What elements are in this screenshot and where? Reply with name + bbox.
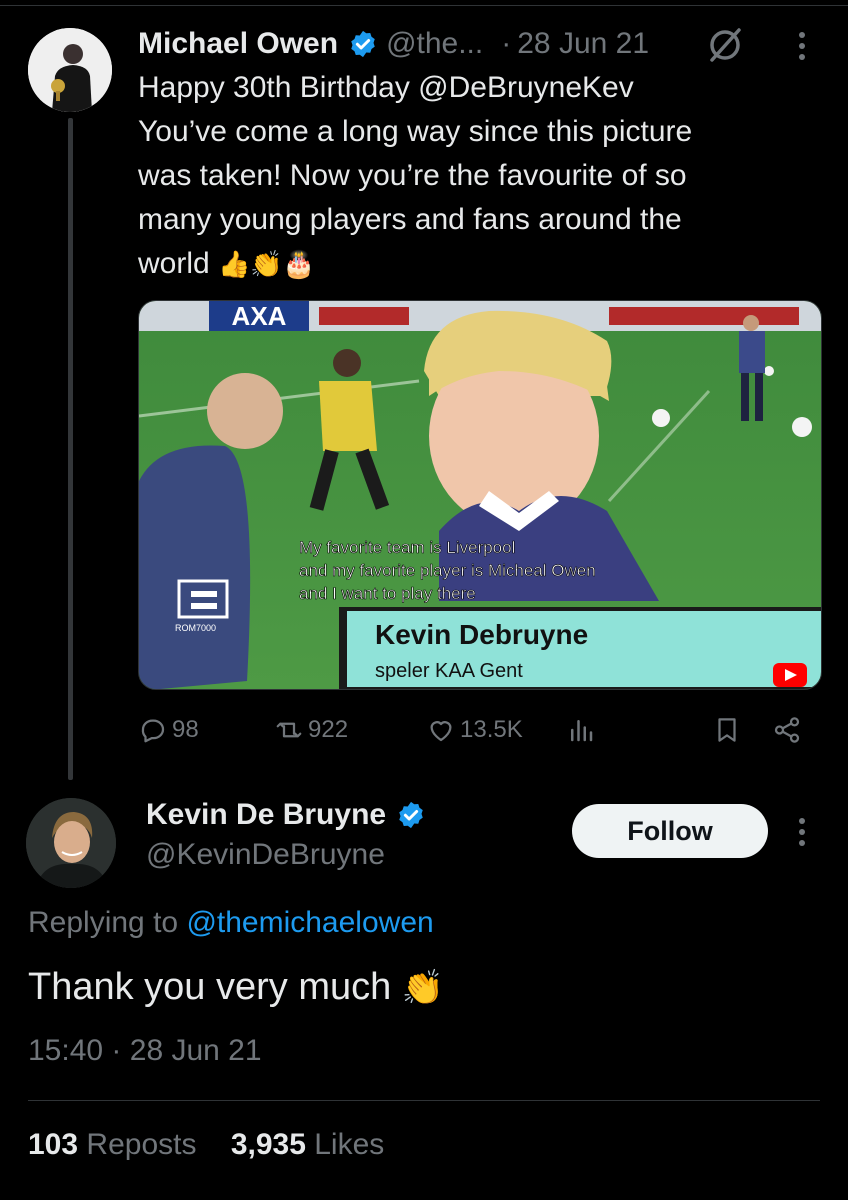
share-button[interactable] bbox=[772, 708, 806, 752]
tweet-text-last-line: world 👍👏🎂 bbox=[138, 242, 818, 287]
tweet-text: Happy 30th Birthday @DeBruyneKev You’ve … bbox=[138, 66, 818, 287]
follow-button[interactable]: Follow bbox=[572, 804, 768, 858]
reply-time: 15:40 bbox=[28, 1034, 104, 1067]
replying-to-mention[interactable]: @themichaelowen bbox=[186, 906, 433, 939]
bookmark-icon bbox=[718, 718, 736, 742]
replying-prefix: Replying to bbox=[28, 906, 179, 939]
share-icon bbox=[774, 717, 800, 743]
header-separator: · bbox=[501, 27, 512, 60]
like-icon bbox=[430, 721, 452, 742]
grok-icon[interactable] bbox=[706, 26, 744, 64]
reposts-label[interactable]: Reposts bbox=[86, 1128, 196, 1161]
tweet-text-line: Happy 30th Birthday @DeBruyneKev bbox=[138, 71, 634, 104]
reply-tweet-text: Thank you very much 👏 bbox=[28, 966, 444, 1009]
tweet-text-line: many young players and fans around the bbox=[138, 203, 682, 236]
likes-label[interactable]: Likes bbox=[314, 1128, 384, 1161]
lower-third-caption: speler KAA Gent bbox=[375, 660, 523, 682]
replying-to: Replying to @themichaelowen bbox=[28, 906, 434, 940]
reply-date: 28 Jun 21 bbox=[129, 1034, 262, 1067]
reply-text: Thank you very much bbox=[28, 966, 392, 1008]
timestamp-separator: · bbox=[111, 1034, 122, 1067]
views-icon bbox=[571, 720, 593, 742]
reply-icon bbox=[141, 719, 165, 743]
parent-tweet[interactable]: Michael Owen @the... · 28 Jun 21 Happy 3… bbox=[0, 0, 848, 790]
tweet-text-line: You’ve come a long way since this pictur… bbox=[138, 115, 693, 148]
youtube-icon[interactable] bbox=[773, 663, 807, 687]
emoji-thumbs-clap-cake: 👍👏🎂 bbox=[218, 250, 316, 280]
author-name[interactable]: Michael Owen bbox=[138, 27, 338, 61]
reply-button[interactable]: 98 bbox=[138, 708, 199, 752]
verified-badge-icon bbox=[351, 30, 375, 58]
avatar-michael-owen[interactable] bbox=[28, 28, 112, 112]
tweet-text-line: was taken! Now you’re the favourite of s… bbox=[138, 159, 687, 192]
clapping-hands-emoji: 👏 bbox=[401, 968, 445, 1008]
repost-icon bbox=[276, 722, 302, 738]
tweet-text-line: world bbox=[138, 247, 210, 280]
subtitle-line: and my favorite player is Micheal Owen bbox=[299, 561, 596, 580]
reply-author-name-row: Kevin De Bruyne bbox=[146, 798, 434, 832]
banner-text: AXA bbox=[232, 301, 287, 331]
thread-connector-line bbox=[68, 118, 73, 780]
reply-timestamp[interactable]: 15:40 · 28 Jun 21 bbox=[28, 1034, 262, 1068]
like-count: 13.5K bbox=[460, 716, 523, 743]
more-options-icon[interactable] bbox=[792, 26, 812, 66]
lower-third-name: Kevin Debruyne bbox=[375, 619, 588, 650]
likes-count[interactable]: 3,935 bbox=[231, 1128, 306, 1161]
bookmark-button[interactable] bbox=[712, 708, 746, 752]
repost-count: 922 bbox=[308, 716, 349, 743]
reposts-count[interactable]: 103 bbox=[28, 1128, 78, 1161]
avatar-kevin-de-bruyne[interactable] bbox=[26, 798, 116, 888]
reply-author-handle[interactable]: @KevinDeBruyne bbox=[146, 838, 385, 872]
tweet-media-image[interactable]: AXA My favorite team is Liverpool and my… bbox=[138, 300, 822, 690]
tweet-date[interactable]: 28 Jun 21 bbox=[517, 27, 649, 61]
views-button[interactable] bbox=[566, 708, 600, 752]
subtitle-line: My favorite team is Liverpool bbox=[299, 538, 515, 557]
like-button[interactable]: 13.5K bbox=[426, 708, 523, 752]
engagement-stats: 103 Reposts 3,935 Likes bbox=[28, 1128, 410, 1162]
tweet-action-bar: 98 922 13.5K bbox=[138, 708, 818, 752]
reply-count: 98 bbox=[172, 716, 199, 743]
verified-badge-icon bbox=[399, 801, 423, 829]
stats-divider bbox=[28, 1100, 820, 1101]
repost-button[interactable]: 922 bbox=[274, 708, 348, 752]
subtitle-line: and I want to play there bbox=[299, 584, 476, 603]
reply-author-name[interactable]: Kevin De Bruyne bbox=[146, 798, 386, 832]
more-options-icon[interactable] bbox=[792, 812, 812, 852]
author-handle[interactable]: @the... bbox=[386, 27, 483, 61]
channel-logo-text: ROM7000 bbox=[175, 623, 216, 633]
